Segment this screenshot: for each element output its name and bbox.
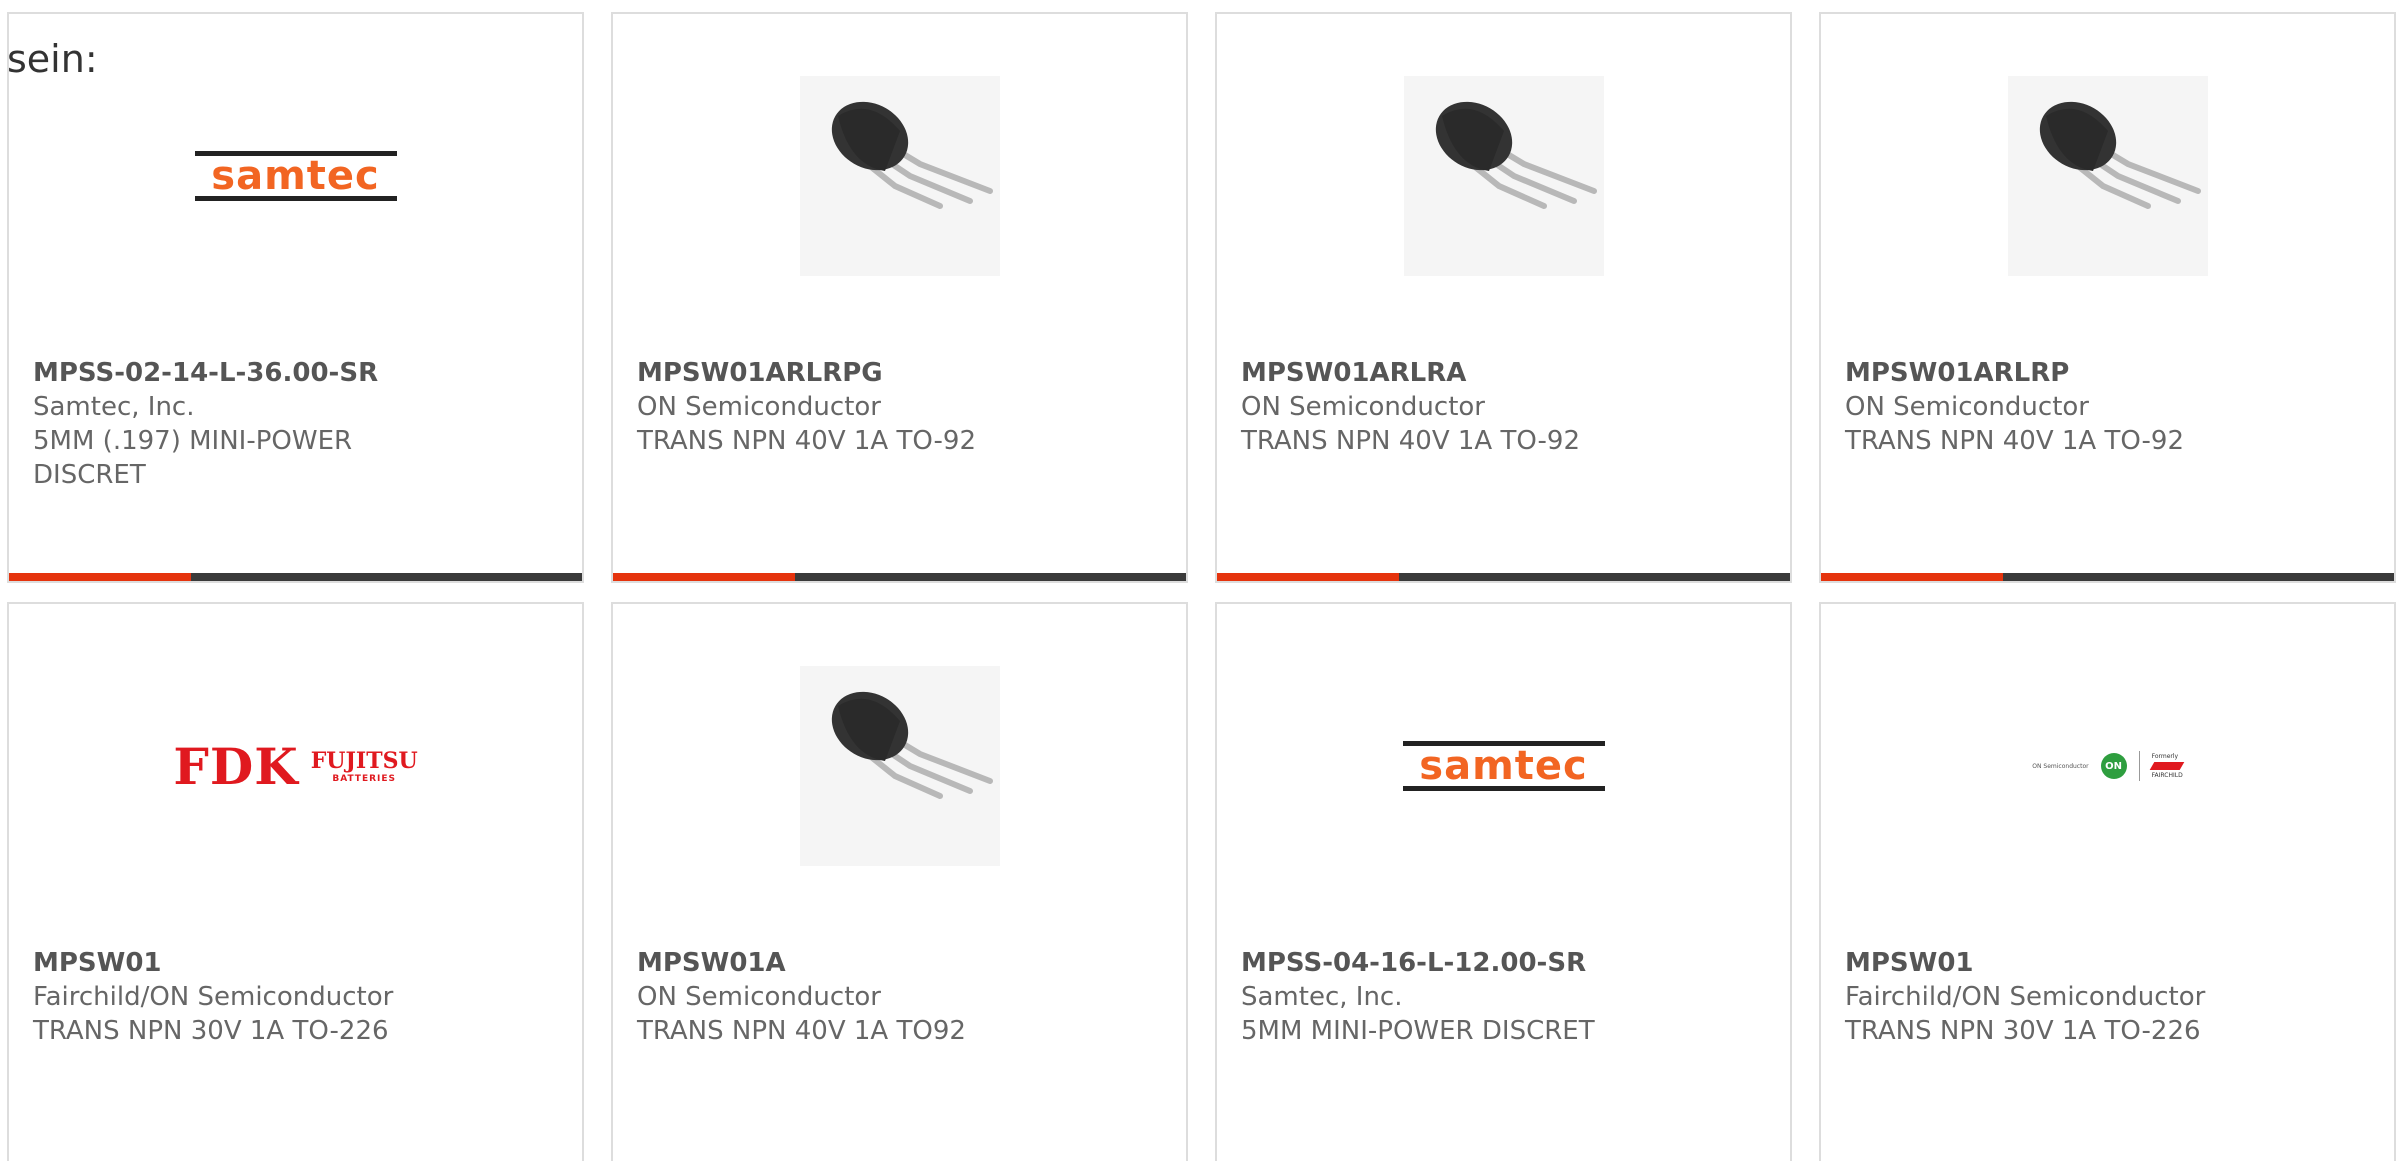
product-card[interactable]: MPSW01ARLRP ON Semiconductor TRANS NPN 4… (1819, 12, 2396, 583)
product-card[interactable]: FDK FUJITSU BATTERIES MPSW01 Fairchild/O… (7, 602, 584, 1161)
card-bottom-bar (1821, 573, 2394, 581)
manufacturer: Samtec, Inc. (1241, 982, 1403, 1012)
product-card[interactable]: samtec MPSS-02-14-L-36.00-SR Samtec, Inc… (7, 12, 584, 583)
card-bottom-bar (9, 573, 582, 581)
card-bottom-bar (1217, 573, 1790, 581)
part-number[interactable]: MPSW01ARLRPG (637, 356, 1162, 390)
part-number[interactable]: MPSS-02-14-L-36.00-SR (33, 356, 558, 390)
manufacturer: ON Semiconductor (1241, 392, 1485, 422)
transistor-icon (1403, 76, 1604, 276)
description: TRANS NPN 40V 1A TO92 (637, 1016, 966, 1046)
product-card[interactable]: MPSW01ARLRA ON Semiconductor TRANS NPN 4… (1215, 12, 1792, 583)
samtec-logo: samtec (1402, 737, 1605, 795)
part-number[interactable]: MPSW01ARLRA (1241, 356, 1766, 390)
transistor-icon (2007, 76, 2208, 276)
fairchild-on-logo: ON Semiconductor ON Formerly FAIRCHILD (2032, 751, 2184, 781)
product-image: FDK FUJITSU BATTERIES (9, 666, 582, 866)
description: TRANS NPN 40V 1A TO-92 (637, 426, 977, 456)
manufacturer: ON Semiconductor (637, 982, 881, 1012)
transistor-icon (799, 666, 1000, 866)
part-number[interactable]: MPSW01ARLRP (1845, 356, 2370, 390)
part-number[interactable]: MPSW01 (1845, 946, 2370, 980)
part-number[interactable]: MPSW01 (33, 946, 558, 980)
product-card[interactable]: MPSW01A ON Semiconductor TRANS NPN 40V 1… (611, 602, 1188, 1161)
product-image (613, 76, 1186, 276)
part-number[interactable]: MPSW01A (637, 946, 1162, 980)
description: TRANS NPN 40V 1A TO-92 (1845, 426, 2185, 456)
product-card[interactable]: MPSW01ARLRPG ON Semiconductor TRANS NPN … (611, 12, 1188, 583)
card-bottom-bar (613, 573, 1186, 581)
fdk-logo: FDK FUJITSU BATTERIES (173, 736, 418, 796)
manufacturer: Fairchild/ON Semiconductor (33, 982, 394, 1012)
manufacturer: ON Semiconductor (1845, 392, 2089, 422)
description: 5MM MINI-POWER DISCRET (1241, 1016, 1595, 1046)
manufacturer: ON Semiconductor (637, 392, 881, 422)
product-card[interactable]: ON Semiconductor ON Formerly FAIRCHILD M… (1819, 602, 2396, 1161)
product-image (613, 666, 1186, 866)
product-image: samtec (9, 76, 582, 276)
description: TRANS NPN 30V 1A TO-226 (33, 1016, 389, 1046)
description: 5MM (.197) MINI-POWER DISCRET (33, 426, 353, 490)
product-image: samtec (1217, 666, 1790, 866)
transistor-icon (799, 76, 1000, 276)
part-number[interactable]: MPSS-04-16-L-12.00-SR (1241, 946, 1766, 980)
product-image (1217, 76, 1790, 276)
product-image (1821, 76, 2394, 276)
samtec-logo: samtec (194, 147, 397, 205)
manufacturer: Samtec, Inc. (33, 392, 195, 422)
description: TRANS NPN 40V 1A TO-92 (1241, 426, 1581, 456)
product-grid: samtec MPSS-02-14-L-36.00-SR Samtec, Inc… (7, 12, 2398, 1161)
description: TRANS NPN 30V 1A TO-226 (1845, 1016, 2201, 1046)
intro-text: sein: (7, 37, 98, 81)
manufacturer: Fairchild/ON Semiconductor (1845, 982, 2206, 1012)
product-card[interactable]: samtec MPSS-04-16-L-12.00-SR Samtec, Inc… (1215, 602, 1792, 1161)
product-image: ON Semiconductor ON Formerly FAIRCHILD (1821, 666, 2394, 866)
